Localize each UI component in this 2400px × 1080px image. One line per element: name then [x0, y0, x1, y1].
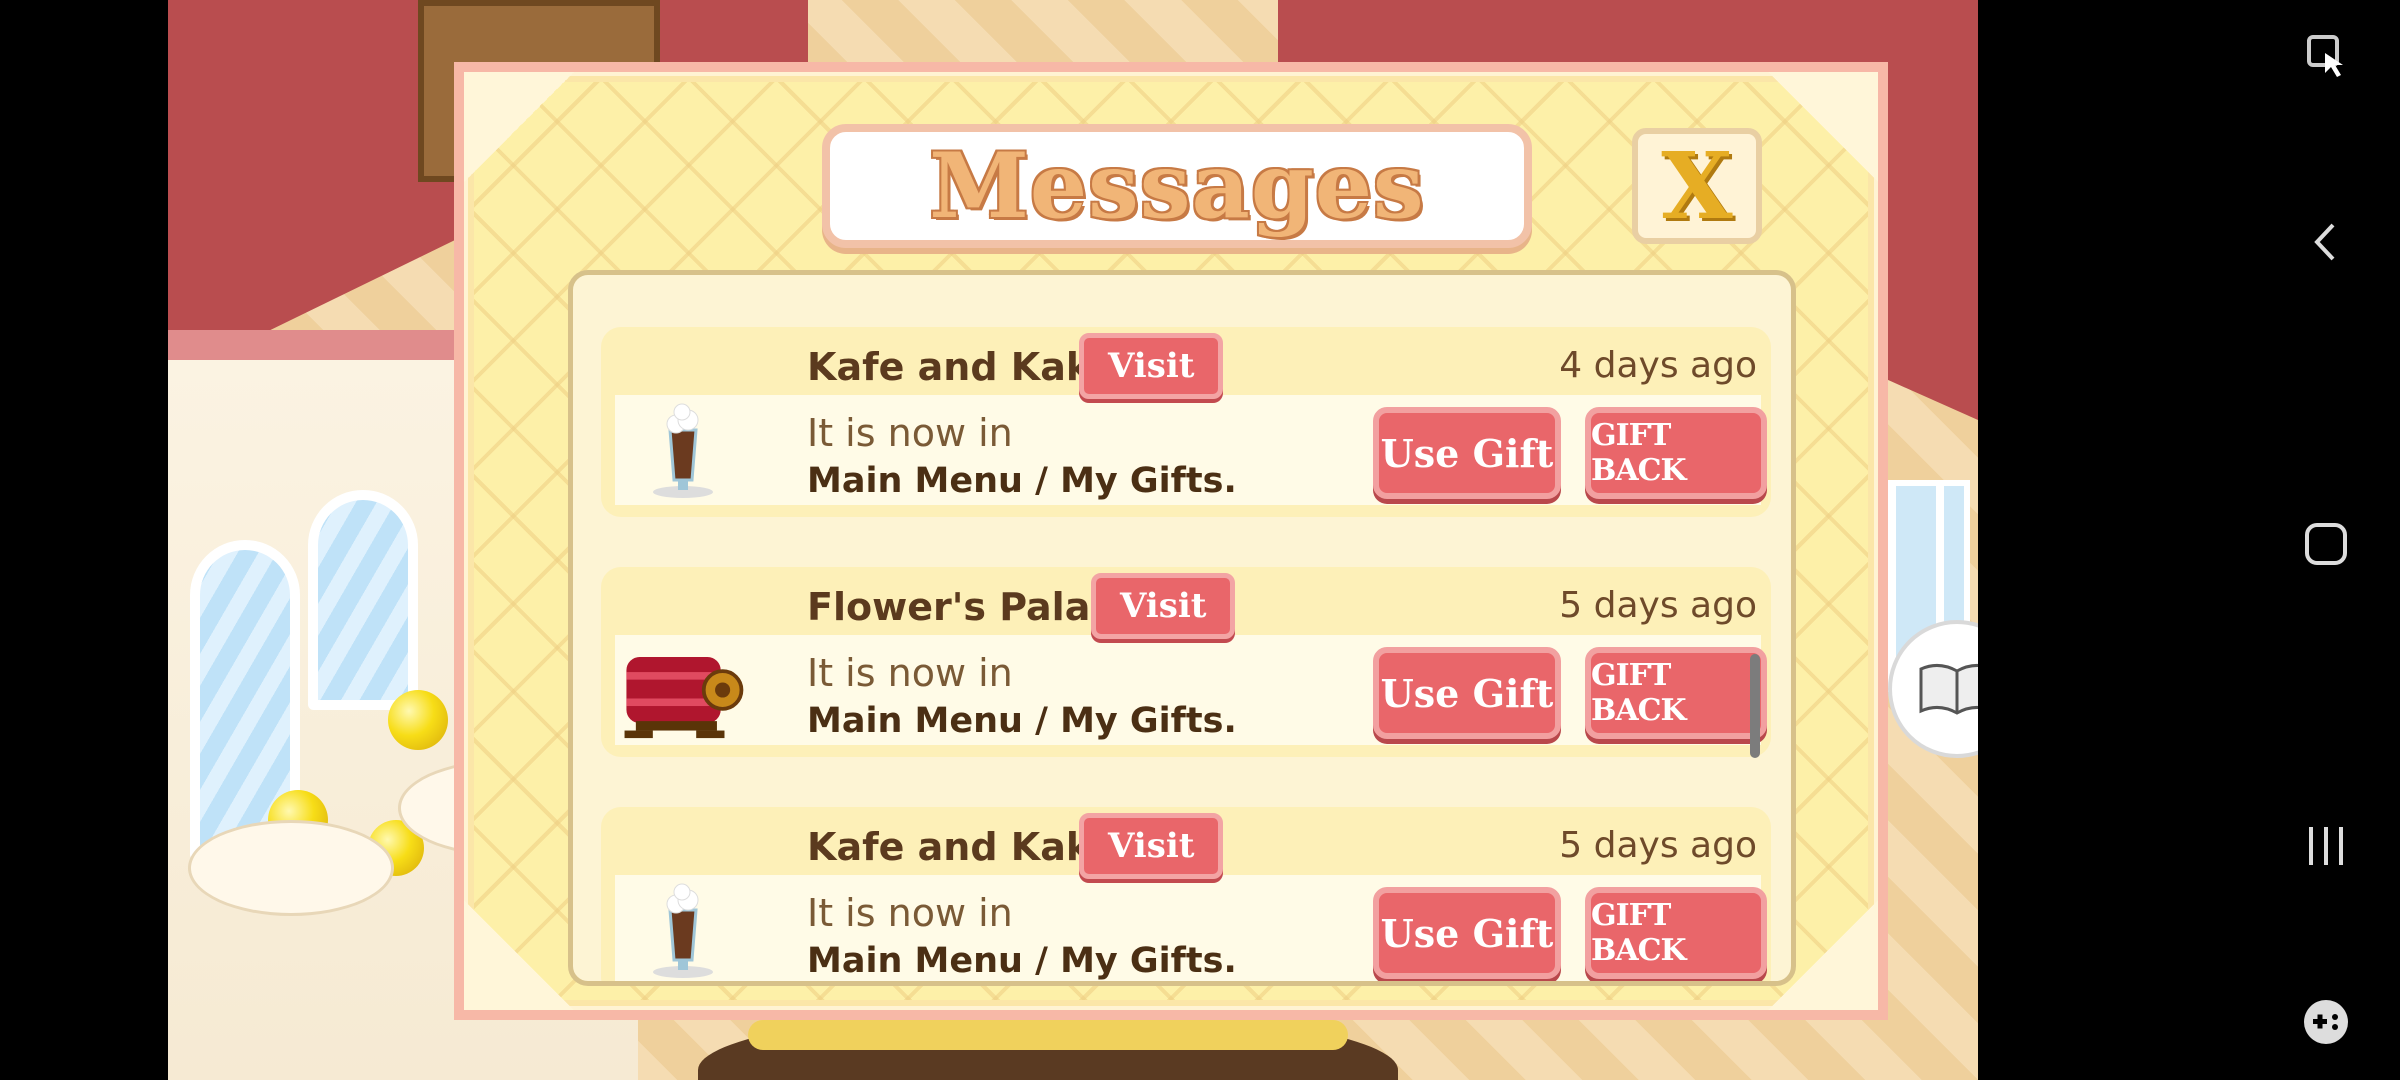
message-item: Flower's Palace Visit 5 days ago It is n… — [601, 567, 1771, 757]
message-list-scrollbar[interactable] — [1750, 654, 1760, 758]
message-time: 4 days ago — [1559, 345, 1757, 386]
use-gift-button[interactable]: Use Gift — [1373, 407, 1561, 499]
touch-mode-icon[interactable] — [2290, 20, 2362, 92]
message-text: It is now in — [807, 891, 1013, 935]
message-text: It is now in — [807, 411, 1013, 455]
message-location: Main Menu / My Gifts. — [807, 461, 1237, 501]
visit-button[interactable]: Visit — [1079, 333, 1224, 399]
window — [308, 490, 418, 710]
visit-button[interactable]: Visit — [1079, 813, 1224, 879]
home-icon[interactable] — [2290, 508, 2362, 580]
gift-back-button[interactable]: GIFT BACK — [1585, 647, 1767, 739]
gift-back-button[interactable]: GIFT BACK — [1585, 407, 1767, 499]
cafe-table — [188, 820, 394, 916]
message-item: Kafe and Kake Visit 4 days ago It is now… — [601, 327, 1771, 517]
use-gift-button[interactable]: Use Gift — [1373, 887, 1561, 979]
corner-ornament — [464, 900, 574, 1010]
messages-dialog: Messages X Kafe and Kake Visit 4 days ag… — [454, 62, 1888, 1020]
recipe-book-icon — [1919, 664, 1978, 715]
hot-cocoa-icon — [617, 875, 749, 981]
message-list[interactable]: Kafe and Kake Visit 4 days ago It is now… — [568, 270, 1796, 986]
corner-ornament — [1768, 72, 1878, 182]
message-location: Main Menu / My Gifts. — [807, 941, 1237, 981]
sender-name: Kafe and Kake — [807, 825, 1116, 869]
game-tools-icon[interactable] — [2290, 986, 2362, 1058]
recents-icon[interactable] — [2290, 810, 2362, 882]
cake-roll-oven-icon — [617, 635, 749, 745]
message-time: 5 days ago — [1559, 825, 1757, 866]
use-gift-button[interactable]: Use Gift — [1373, 647, 1561, 739]
corner-ornament — [464, 72, 574, 182]
dialog-title: Messages — [929, 133, 1425, 239]
close-button[interactable]: X — [1632, 128, 1762, 244]
gift-back-button[interactable]: GIFT BACK — [1585, 887, 1767, 979]
visit-button[interactable]: Visit — [1091, 573, 1236, 639]
title-plate: Messages — [822, 124, 1532, 248]
message-item: Kafe and Kake Visit 5 days ago It is now… — [601, 807, 1771, 981]
hot-cocoa-icon — [617, 395, 749, 505]
message-location: Main Menu / My Gifts. — [807, 701, 1237, 741]
sender-name: Flower's Palace — [807, 585, 1139, 629]
sender-name: Kafe and Kake — [807, 345, 1116, 389]
message-text: It is now in — [807, 651, 1013, 695]
lamp — [388, 690, 448, 750]
chocolate-cake-display — [698, 1010, 1398, 1080]
back-icon[interactable] — [2290, 206, 2362, 278]
message-time: 5 days ago — [1559, 585, 1757, 626]
